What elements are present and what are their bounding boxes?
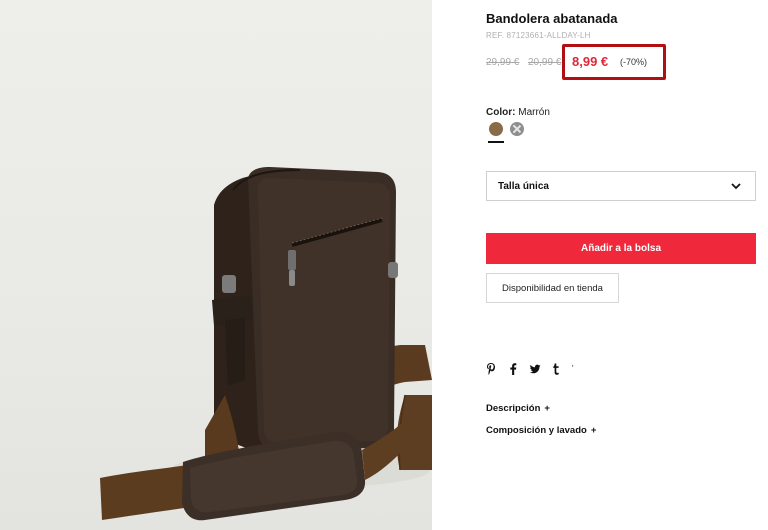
- color-swatch-grey[interactable]: [510, 122, 524, 136]
- product-reference: REF. 87123661-ALLDAY-LH: [486, 31, 591, 40]
- selected-swatch-indicator: [488, 141, 504, 143]
- more-icon[interactable]: ': [572, 362, 574, 376]
- previous-price: 20,99 €: [528, 57, 562, 68]
- product-title: Bandolera abatanada: [486, 11, 618, 26]
- sale-price: 8,99 €: [572, 54, 609, 69]
- product-image: [0, 0, 432, 530]
- store-availability-button[interactable]: Disponibilidad en tienda: [486, 273, 619, 303]
- plus-icon: +: [590, 425, 597, 436]
- size-select-value: Talla única: [498, 181, 549, 192]
- share-icons: ': [486, 362, 586, 376]
- tumblr-icon[interactable]: [552, 362, 560, 376]
- original-price: 29,99 €: [486, 57, 520, 68]
- price-row: 29,99 € 20,99 € 8,99 € (-70%): [486, 44, 756, 80]
- add-to-bag-button[interactable]: Añadir a la bolsa: [486, 233, 756, 264]
- chevron-down-icon: [731, 183, 741, 190]
- crossbody-bag-illustration: [100, 167, 432, 521]
- color-label-key: Color:: [486, 107, 516, 118]
- pinterest-icon[interactable]: [486, 362, 496, 376]
- accordion-composition[interactable]: Composición y lavado +: [486, 425, 596, 436]
- color-swatch-brown[interactable]: [489, 122, 503, 136]
- plus-icon: +: [544, 403, 550, 414]
- color-label: Color: Marrón: [486, 107, 550, 118]
- size-select[interactable]: Talla única: [486, 171, 756, 201]
- accordion-composition-label: Composición y lavado: [486, 425, 587, 436]
- accordion-description[interactable]: Descripción +: [486, 403, 550, 414]
- accordion-description-label: Descripción: [486, 403, 541, 414]
- facebook-icon[interactable]: [509, 362, 517, 376]
- color-value: Marrón: [518, 107, 550, 118]
- twitter-icon[interactable]: [529, 362, 541, 376]
- discount-badge: (-70%): [620, 57, 648, 67]
